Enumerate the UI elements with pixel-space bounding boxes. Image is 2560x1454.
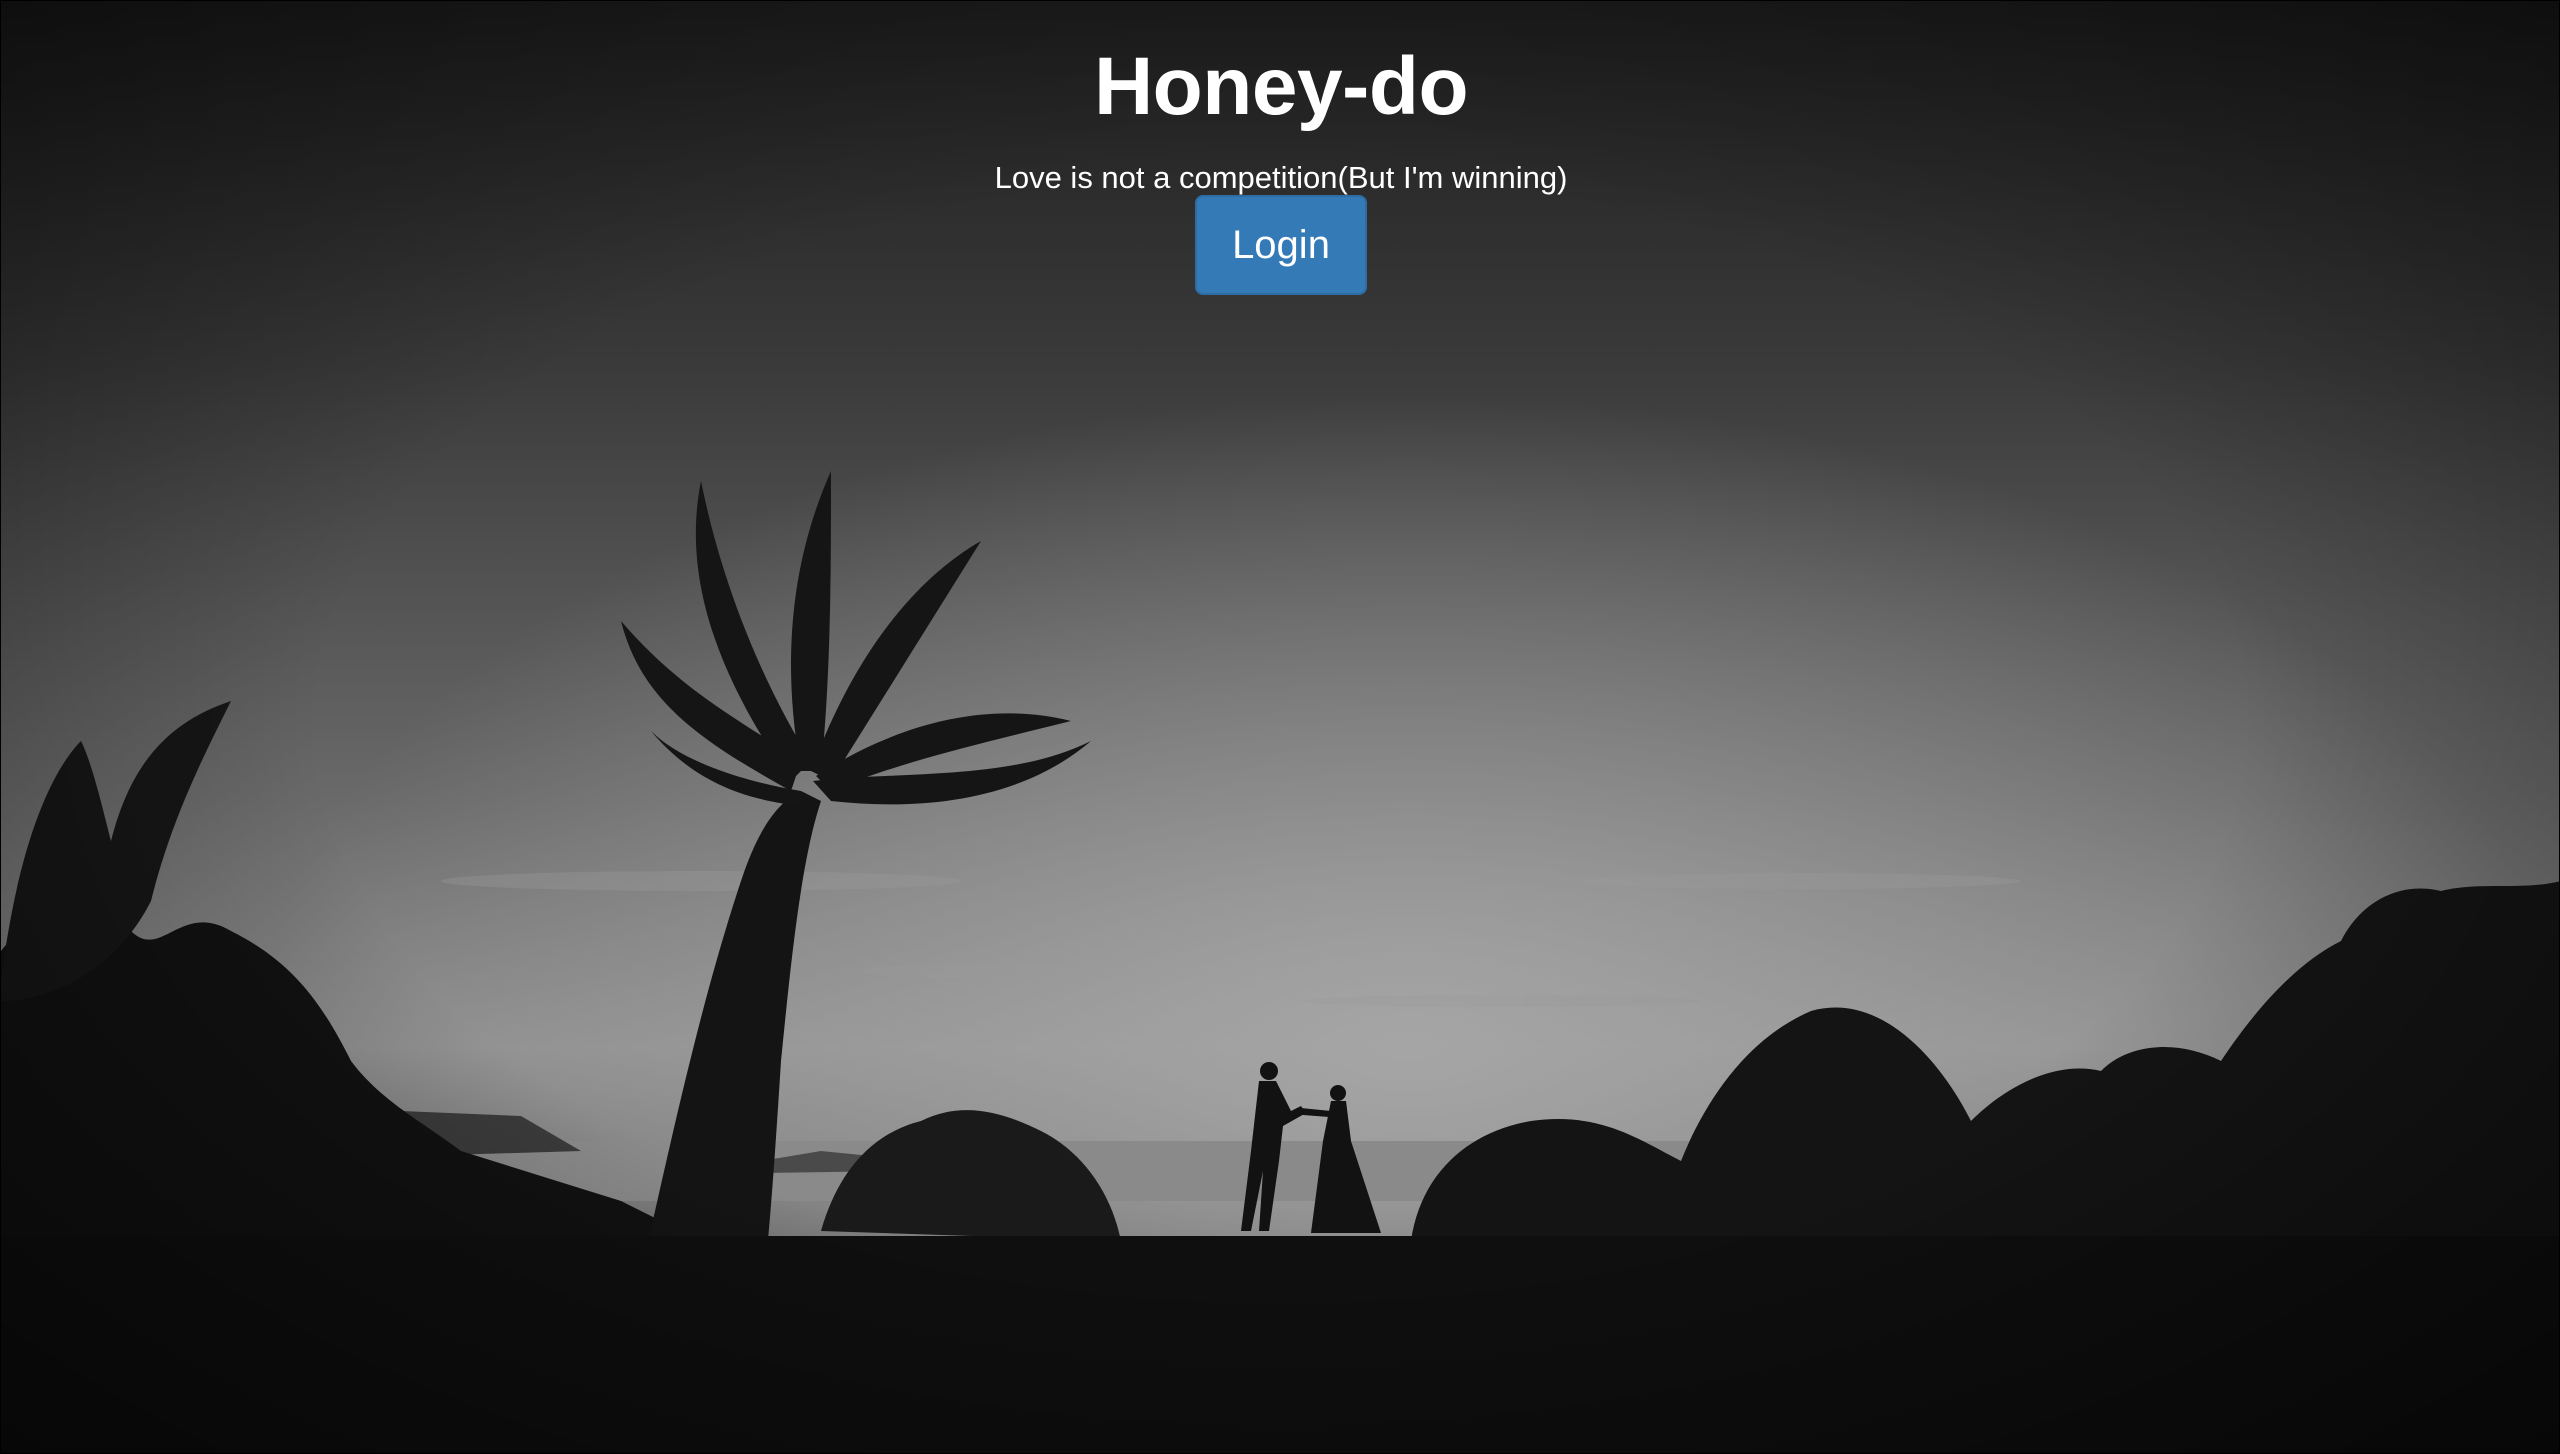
hero-content: Honey-do Love is not a competition(But I… bbox=[1, 1, 2559, 296]
page-title: Honey-do bbox=[1093, 41, 1469, 132]
tagline: Love is not a competition(But I'm winnin… bbox=[994, 160, 1568, 195]
landing-page: Honey-do Love is not a competition(But I… bbox=[0, 0, 2560, 1454]
login-button[interactable]: Login bbox=[1195, 195, 1367, 296]
